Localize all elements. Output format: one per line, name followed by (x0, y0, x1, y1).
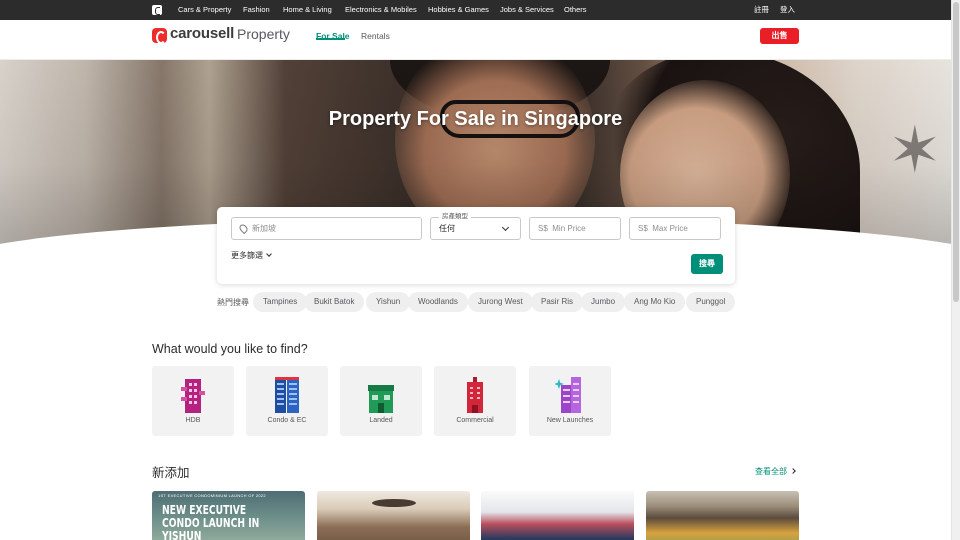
hero-title: Property For Sale in Singapore (328, 108, 623, 130)
category-fashion[interactable]: Fashion (243, 0, 270, 20)
property-type-select[interactable]: 房產類型 任何 (430, 212, 521, 240)
page-scrollbar[interactable] (951, 0, 960, 540)
category-label: New Launches (546, 417, 594, 424)
landed-house-icon (368, 385, 394, 413)
min-price-placeholder: Min Price (552, 224, 586, 233)
category-hobbies-games[interactable]: Hobbies & Games (428, 0, 489, 20)
view-all-link[interactable]: 查看全部 (755, 466, 796, 477)
min-price-input[interactable]: S$ Min Price (529, 217, 621, 240)
commercial-building-icon (467, 377, 483, 413)
sell-button[interactable]: 出售 (760, 28, 799, 44)
ceiling-fan-photo (372, 499, 416, 507)
category-home-living[interactable]: Home & Living (283, 0, 332, 20)
listing-card[interactable]: 1ST EXECUTIVE CONDOMINIUM LAUNCH OF 2022… (152, 491, 305, 540)
listing-tag: 1ST EXECUTIVE CONDOMINIUM LAUNCH OF 2022 (158, 493, 266, 498)
max-price-placeholder: Max Price (652, 224, 688, 233)
chevron-right-icon (790, 468, 796, 474)
category-cars-property[interactable]: Cars & Property (178, 0, 231, 20)
category-label: Condo & EC (267, 417, 307, 424)
min-price-currency: S$ (538, 224, 548, 233)
register-link[interactable]: 註冊 (754, 0, 769, 20)
view-all-label: 查看全部 (755, 467, 787, 476)
popular-chip-jumbo[interactable]: Jumbo (581, 292, 626, 312)
listing-card[interactable] (646, 491, 799, 540)
recent-section-title: 新添加 (152, 466, 190, 480)
chevron-down-icon (266, 251, 272, 257)
popular-chip-tampines[interactable]: Tampines (253, 292, 308, 312)
condo-building-icon (275, 377, 299, 413)
popular-chip-jurong-west[interactable]: Jurong West (468, 292, 533, 312)
hdb-building-icon (181, 379, 205, 413)
category-label: HDB (185, 417, 201, 424)
popular-chip-yishun[interactable]: Yishun (366, 292, 411, 312)
listing-card[interactable] (317, 491, 470, 540)
site-header: carousell Property For Sale Rentals 出售 (0, 20, 951, 60)
active-tab-underline (316, 38, 345, 40)
category-card-hdb[interactable]: HDB (152, 366, 234, 436)
popular-chip-woodlands[interactable]: Woodlands (408, 292, 468, 312)
category-card-commercial[interactable]: Commercial (434, 366, 516, 436)
brand-property[interactable]: Property (237, 26, 290, 42)
category-card-condo-ec[interactable]: Condo & EC (246, 366, 328, 436)
more-filters-toggle[interactable]: 更多篩選 (231, 250, 272, 261)
more-filters-label: 更多篩選 (231, 251, 263, 260)
page: Cars & Property Fashion Home & Living El… (0, 0, 960, 540)
location-input[interactable]: 新加坡 (231, 217, 422, 240)
search-card: 新加坡 房產類型 任何 S$ Min Price S$ Max Price 更多… (217, 207, 735, 284)
listing-card[interactable] (481, 491, 634, 540)
popular-chip-punggol[interactable]: Punggol (686, 292, 736, 312)
category-electronics-mobiles[interactable]: Electronics & Mobiles (345, 0, 417, 20)
popular-chip-ang-mo-kio[interactable]: Ang Mo Kio (624, 292, 686, 312)
carousell-logo-icon[interactable] (152, 28, 167, 44)
find-section-title: What would you like to find? (152, 342, 308, 356)
max-price-currency: S$ (638, 224, 648, 233)
category-label: Commercial (456, 417, 494, 424)
popular-chip-bukit-batok[interactable]: Bukit Batok (304, 292, 365, 312)
new-launch-building-icon (555, 377, 581, 413)
popular-searches-label: 熱門搜尋 (217, 298, 249, 307)
category-card-new-launches[interactable]: New Launches (529, 366, 611, 436)
login-link[interactable]: 登入 (780, 0, 795, 20)
location-pin-icon (237, 222, 250, 235)
tab-rentals[interactable]: Rentals (361, 31, 390, 41)
category-bar: Cars & Property Fashion Home & Living El… (0, 0, 951, 20)
max-price-input[interactable]: S$ Max Price (629, 217, 721, 240)
listing-headline: NEW EXECUTIVE CONDO LAUNCH IN YISHUN (162, 503, 260, 540)
category-jobs-services[interactable]: Jobs & Services (500, 0, 554, 20)
category-label: Landed (369, 417, 393, 424)
scrollbar-thumb[interactable] (953, 2, 959, 302)
popular-chip-pasir-ris[interactable]: Pasir Ris (531, 292, 584, 312)
brand-name[interactable]: carousell (170, 25, 234, 42)
property-type-label: 房產類型 (439, 212, 471, 221)
category-others[interactable]: Others (564, 0, 587, 20)
category-card-landed[interactable]: Landed (340, 366, 422, 436)
property-type-value: 任何 (439, 224, 455, 233)
search-button[interactable]: 搜尋 (691, 254, 723, 274)
carousell-mini-logo-icon[interactable] (152, 5, 162, 15)
chevron-down-icon (501, 223, 510, 232)
location-placeholder: 新加坡 (252, 224, 276, 233)
